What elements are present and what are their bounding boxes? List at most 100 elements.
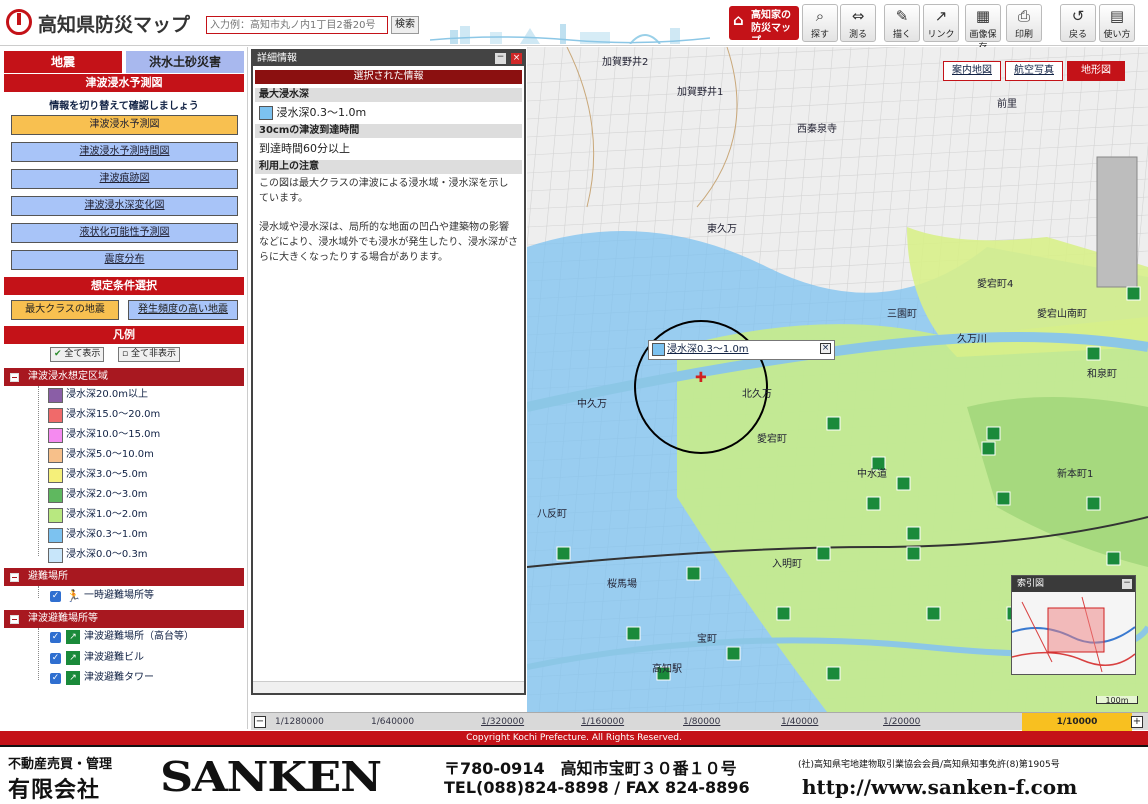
app-title: 高知県防災マップ [38,14,191,36]
tsunami-highland-icon: ↗ [66,630,80,644]
ad-address: 〒780-0914 高知市宝町３０番１０号 [444,759,737,778]
save-image-button[interactable]: ▦画像保存 [965,4,1001,53]
detail-panel: 詳細情報 − × 選択された情報 最大浸水深 浸水深0.3〜1.0m 30cmの津波… [251,49,526,695]
depth-legend-label: 浸水深1.0〜2.0m [66,509,148,520]
measure-tool-button[interactable]: ⇔ 測る [840,4,876,42]
place-label: 八反町 [537,508,567,520]
minimize-icon[interactable]: − [495,53,506,64]
kochi-logo-icon [6,9,32,35]
close-icon[interactable]: × [511,53,522,64]
zoom-level-6[interactable]: 1/40000 [781,713,818,731]
zoom-level-7[interactable]: 1/20000 [883,713,920,731]
zoom-in-button[interactable]: + [1131,716,1143,728]
tool-label: 印刷 [1014,30,1033,40]
zoom-scale-bar: − 1/1280000 1/640000 1/320000 1/160000 1/800… [251,712,1148,731]
evacuation-shelter-icon [1086,496,1101,511]
depth-swatch [259,106,273,120]
collapse-icon[interactable] [10,615,19,624]
tab-earthquake[interactable]: 地震 [4,51,122,73]
hide-all-button[interactable]: ▫ 全て非表示 [118,347,180,362]
depth-legend-label: 浸水深0.0〜0.3m [66,549,148,560]
place-label: 中水道 [857,467,887,480]
print-button[interactable]: ⎙ 印刷 [1006,4,1042,42]
panel-scrollbar[interactable] [253,681,524,693]
tsunami-highland-checkbox[interactable]: ✓ [50,632,61,643]
tab-terrain-map[interactable]: 地形図 [1067,61,1125,81]
map-button-liquefaction[interactable]: 液状化可能性予測図 [11,223,238,243]
map-popup[interactable]: 浸水深0.3〜1.0m × [648,340,835,360]
location-marker-icon: ✚ [695,370,707,386]
undo-icon: ↺ [1071,7,1085,25]
tab-flood-landslide[interactable]: 洪水土砂災害 [126,51,244,73]
evacuation-shelter-icon [556,546,571,561]
depth-legend-label: 浸水深0.3〜1.0m [66,529,148,540]
search-tool-button[interactable]: ⌕ 探す [802,4,838,42]
evacuation-shelter-icon [866,496,881,511]
help-button[interactable]: ▤ 使い方 [1099,4,1135,42]
show-all-button[interactable]: ✔ 全て表示 [50,347,105,362]
building [1096,156,1138,288]
advertisement-banner: 不動産売買・管理 有限会社 SANKEN 〒780-0914 高知市宝町３０番１… [0,745,1148,803]
tsunami-tower-checkbox[interactable]: ✓ [50,673,61,684]
draw-tool-button[interactable]: ✎ 描く [884,4,920,42]
collapse-icon[interactable] [10,373,19,382]
popup-close-icon[interactable]: × [820,343,831,354]
condition-max-class[interactable]: 最大クラスの地震 [11,300,119,320]
tsunami-building-icon: ↗ [66,651,80,665]
map-button-seismic-intensity[interactable]: 震度分布 [11,250,238,270]
zoom-out-button[interactable]: − [254,716,266,728]
tab-aerial-photo[interactable]: 航空写真 [1005,61,1063,81]
section-title: 津波浸水予測図 [4,74,244,92]
zoom-level-4[interactable]: 1/160000 [581,713,624,731]
group-tsunami-shelter[interactable]: 津波避難場所等 [4,610,244,628]
overview-thumbnail[interactable] [1011,592,1136,674]
tsunami-tower-label: 津波避難タワー [84,672,154,683]
condition-title: 想定条件選択 [4,277,244,295]
depth-swatch [48,408,63,423]
place-label: 東久万 [707,222,737,235]
shelter-checkbox[interactable]: ✓ [50,591,61,602]
place-label: 宝町 [697,632,717,645]
condition-frequent[interactable]: 発生頻度の高い地震 [128,300,238,320]
zoom-level-2[interactable]: 1/640000 [371,713,414,731]
map-button-tsunami-inundation[interactable]: 津波浸水予測図 [11,115,238,135]
map-button-depth-change[interactable]: 津波浸水深変化図 [11,196,238,216]
tsunami-building-checkbox[interactable]: ✓ [50,653,61,664]
depth-swatch [652,343,665,356]
zoom-level-1[interactable]: 1/1280000 [275,713,324,731]
zoom-level-3[interactable]: 1/320000 [481,713,524,731]
depth-swatch [48,388,63,403]
overview-map[interactable]: 索引図 − [1011,575,1136,675]
tab-guide-map[interactable]: 案内地図 [943,61,1001,81]
back-button[interactable]: ↺ 戻る [1060,4,1096,42]
overview-minimize-icon[interactable]: − [1122,579,1132,589]
map-button-inundation-time[interactable]: 津波浸水予測時間図 [11,142,238,162]
ad-url[interactable]: http://www.sanken-f.com [802,775,1077,799]
tsunami-highland-label: 津波避難場所（高台等） [84,631,194,642]
search-button[interactable]: 検索 [391,16,419,34]
tool-label: リンク [927,30,955,40]
depth-swatch [48,528,63,543]
depth-legend-label: 浸水深3.0〜5.0m [66,469,148,480]
popup-label[interactable]: 浸水深0.3〜1.0m [667,344,749,355]
evacuation-shelter-icon [816,546,831,561]
evacuation-shelter-icon [826,666,841,681]
zoom-level-5[interactable]: 1/80000 [683,713,720,731]
depth-legend-label: 浸水深5.0〜10.0m [66,449,154,460]
address-search-input[interactable] [206,16,388,34]
place-label: 新本町1 [1057,467,1093,480]
link-tool-button[interactable]: ↗ リンク [923,4,959,42]
group-label: 避難場所 [28,571,68,582]
skyline-illustration [430,24,710,44]
group-shelter[interactable]: 避難場所 [4,568,244,586]
map-button-tsunami-trace[interactable]: 津波痕跡図 [11,169,238,189]
zoom-level-8[interactable]: 1/10000 [1022,713,1132,731]
kochi-home-button[interactable]: ⌂ 高知家の防災マップ [729,6,799,47]
collapse-icon[interactable] [10,573,19,582]
ruler-icon: ⇔ [851,7,865,25]
place-label: 三園町 [887,308,917,320]
tool-label: 戻る [1068,30,1087,40]
evacuation-shelter-icon [896,476,911,491]
group-inundation-area[interactable]: 津波浸水想定区域 [4,368,244,386]
printer-icon: ⎙ [1017,7,1030,25]
